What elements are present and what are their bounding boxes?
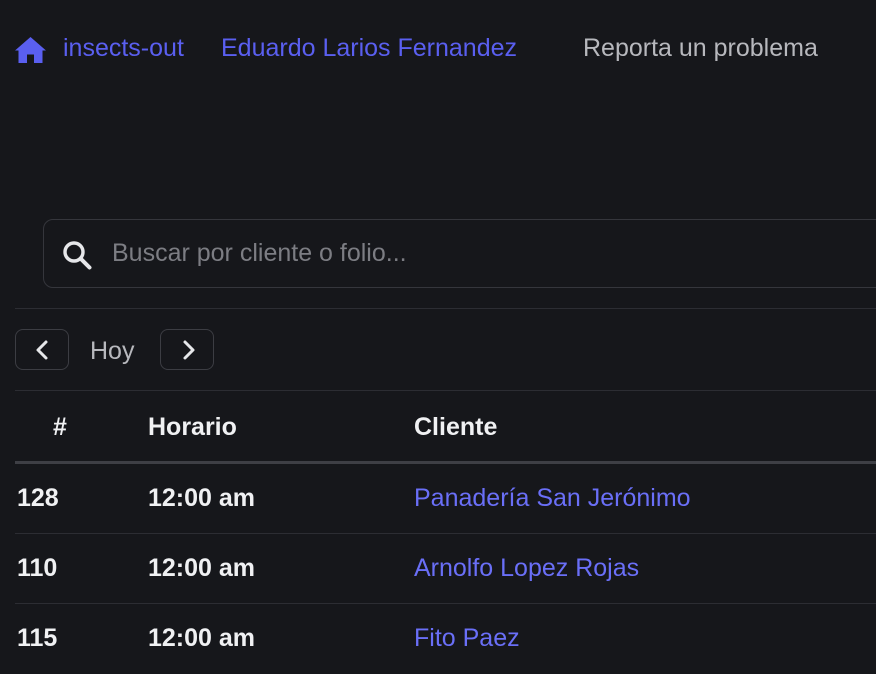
user-name-link[interactable]: Eduardo Larios Fernandez: [221, 34, 517, 63]
top-navigation: insects-out Eduardo Larios Fernandez Rep…: [0, 0, 876, 100]
current-date-label: Hoy: [90, 337, 135, 365]
row-number: 110: [17, 554, 58, 582]
row-time: 12:00 am: [148, 484, 256, 512]
divider: [15, 390, 876, 391]
report-problem-link[interactable]: Reporta un problema: [583, 34, 818, 63]
row-number: 115: [17, 624, 58, 652]
search-box: [43, 219, 876, 288]
previous-day-button[interactable]: [15, 329, 69, 370]
search-icon: [63, 241, 92, 270]
row-time: 12:00 am: [148, 624, 256, 652]
chevron-right-icon: [183, 340, 195, 360]
divider: [15, 308, 876, 309]
app-name-link[interactable]: insects-out: [63, 34, 184, 63]
column-header-number: #: [53, 413, 67, 441]
row-client-link[interactable]: Fito Paez: [414, 624, 520, 653]
next-day-button[interactable]: [160, 329, 214, 370]
row-client-link[interactable]: Panadería San Jerónimo: [414, 484, 691, 513]
search-input[interactable]: [112, 220, 872, 287]
table-row: 110 12:00 am Arnolfo Lopez Rojas: [15, 534, 876, 604]
column-header-time[interactable]: Horario: [148, 413, 237, 442]
home-icon[interactable]: [14, 35, 47, 65]
row-number: 128: [17, 484, 59, 512]
column-header-client[interactable]: Cliente: [414, 413, 497, 442]
chevron-left-icon: [36, 340, 48, 360]
row-client-link[interactable]: Arnolfo Lopez Rojas: [414, 554, 639, 583]
row-time: 12:00 am: [148, 554, 256, 582]
table-row: 128 12:00 am Panadería San Jerónimo: [15, 464, 876, 534]
